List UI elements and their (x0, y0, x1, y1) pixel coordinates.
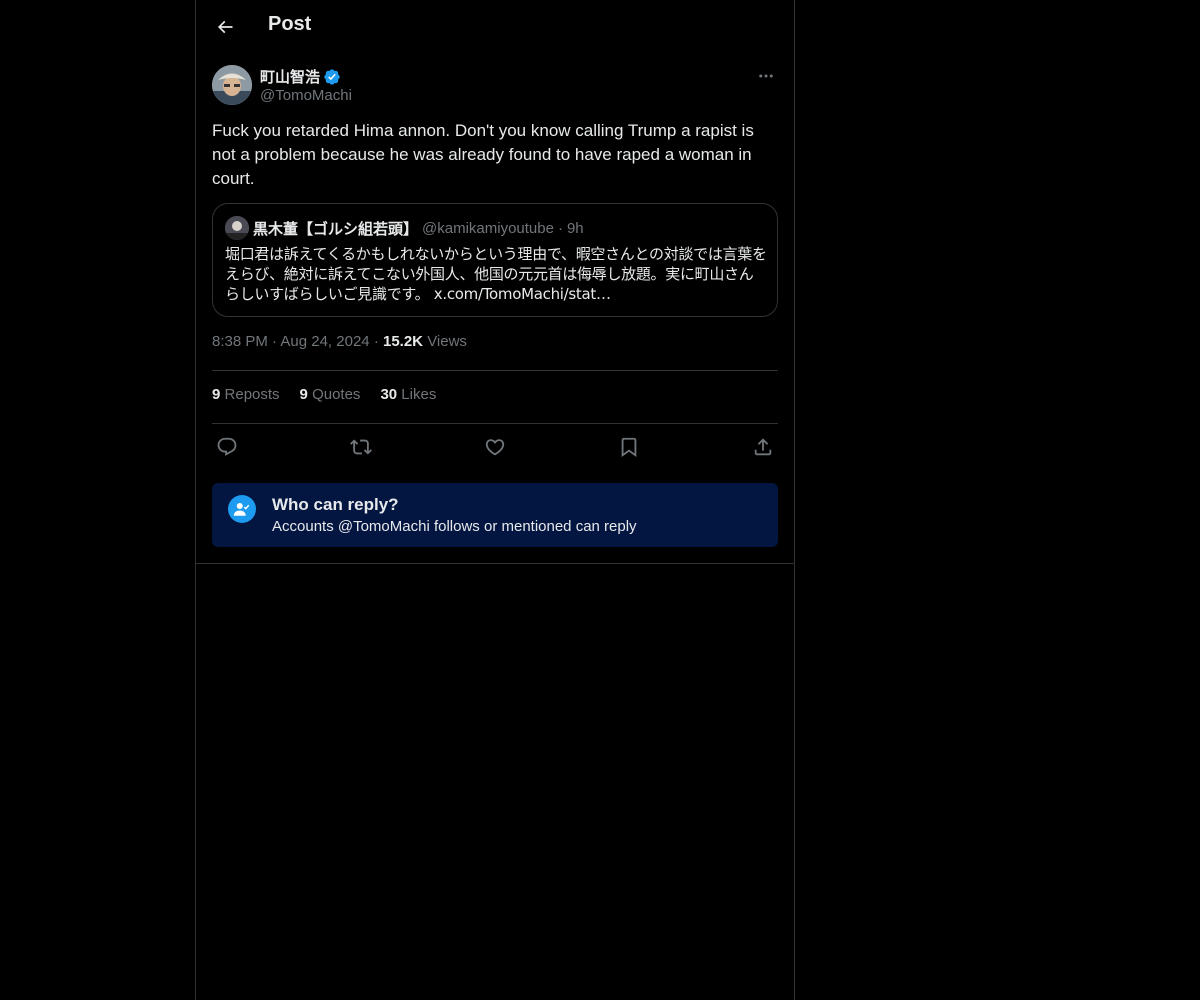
action-bar (212, 432, 778, 462)
share-button[interactable] (748, 432, 778, 462)
post-meta: 8:38 PM · Aug 24, 2024 · 15.2K Views (212, 333, 467, 350)
quoted-post[interactable]: 黒木董【ゴルシ組若頭】 @kamikamiyoutube · 9h 堀口君は訴え… (212, 203, 778, 317)
likes-stat[interactable]: 30 Likes (380, 386, 436, 403)
repost-button[interactable] (346, 432, 376, 462)
more-icon (759, 74, 773, 78)
quotes-stat[interactable]: 9 Quotes (300, 386, 361, 403)
reply-restriction-title: Who can reply? (272, 495, 399, 514)
quotes-count: 9 (299, 386, 308, 403)
quoted-avatar (225, 216, 249, 240)
post-stats: 9 Reposts 9 Quotes 30 Likes (212, 386, 456, 403)
likes-count: 30 (380, 386, 398, 403)
bookmark-button[interactable] (614, 432, 644, 462)
post-text: Fuck you retarded Hima annon. Don't you … (212, 121, 754, 188)
quoted-author-handle: @kamikamiyoutube (422, 219, 554, 237)
views-label: Views (427, 333, 467, 350)
bookmark-icon (621, 437, 637, 458)
views-count: 15.2K (382, 333, 424, 350)
reply-icon (217, 437, 237, 456)
separator-dot: · (373, 333, 383, 350)
repost-icon (350, 439, 372, 455)
more-button[interactable] (754, 64, 778, 88)
back-arrow-icon (217, 20, 233, 34)
divider (212, 423, 778, 424)
header: Post (196, 0, 794, 53)
post-author: 町山智浩 @TomoMachi (212, 64, 778, 108)
quoted-author-name: 黒木董【ゴルシ組若頭】 (253, 220, 419, 238)
quoted-post-header: 黒木董【ゴルシ組若頭】 @kamikamiyoutube · 9h (225, 216, 584, 240)
post-column: Post 町山智浩 @TomoMachi Fuck you retarded H… (195, 0, 795, 1000)
quoted-time: 9h (566, 219, 584, 237)
reply-button[interactable] (212, 432, 242, 462)
back-button[interactable] (208, 10, 242, 44)
reposts-label: Reposts (224, 386, 280, 403)
mention-user-icon (228, 495, 256, 523)
share-icon (754, 438, 772, 456)
reply-restriction-notice: Who can reply? Accounts @TomoMachi follo… (212, 483, 778, 547)
author-name[interactable]: 町山智浩 (260, 66, 320, 87)
post-date[interactable]: Aug 24, 2024 (280, 333, 369, 350)
author-handle[interactable]: @TomoMachi (260, 87, 352, 104)
divider (196, 563, 794, 564)
reposts-stat[interactable]: 9 Reposts (212, 386, 280, 403)
avatar[interactable] (212, 65, 252, 105)
quotes-label: Quotes (312, 386, 361, 403)
verified-badge-icon (324, 68, 340, 85)
reposts-count: 9 (212, 386, 221, 403)
author-name-row: 町山智浩 (260, 66, 341, 87)
page-title: Post (268, 13, 312, 35)
separator-dot: · (557, 219, 563, 237)
likes-label: Likes (401, 386, 437, 403)
reply-restriction-subtitle: Accounts @TomoMachi follows or mentioned… (272, 518, 637, 535)
divider (212, 370, 778, 371)
like-button[interactable] (480, 432, 510, 462)
post-time[interactable]: 8:38 PM (212, 333, 268, 350)
quoted-post-text: 堀口君は訴えてくるかもしれないからという理由で、暇空さんとの対談では言葉をえらび… (225, 245, 767, 303)
like-icon (485, 439, 505, 456)
